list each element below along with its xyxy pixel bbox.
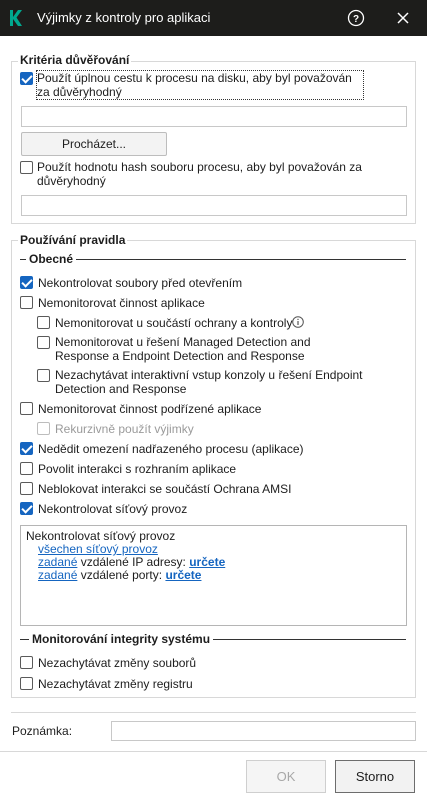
no-registry-changes-checkbox[interactable] xyxy=(20,677,33,690)
network-box-heading: Nekontrolovat síťový provoz xyxy=(26,529,176,543)
ok-button[interactable]: OK xyxy=(246,760,326,793)
port-line: zadané vzdálené porty: určete xyxy=(38,568,201,582)
allow-interface-checkbox[interactable] xyxy=(20,462,33,475)
browse-button[interactable]: Procházet... xyxy=(21,132,167,156)
ip-specified-link[interactable]: zadané xyxy=(38,555,77,569)
process-path-input[interactable] xyxy=(21,106,407,127)
general-section-title: Obecné xyxy=(26,252,77,266)
no-intercept-console-label[interactable]: Nezachytávat interaktivní vstup konzoly … xyxy=(55,368,409,396)
recursive-label: Rekurzivně použít výjimky xyxy=(55,422,194,436)
info-icon[interactable] xyxy=(292,316,304,328)
no-inherit-label[interactable]: Nedědit omezení nadřazeného procesu (apl… xyxy=(38,442,304,456)
no-monitor-protection-label[interactable]: Nemonitorovat u součástí ochrany a kontr… xyxy=(55,316,292,330)
all-traffic-link[interactable]: všechen síťový provoz xyxy=(38,542,158,556)
title-bar: Výjimky z kontroly pro aplikaci ? xyxy=(0,0,427,36)
hash-input[interactable] xyxy=(21,195,407,216)
allow-interface-label[interactable]: Povolit interakci s rozhraním aplikace xyxy=(38,462,236,476)
window-title: Výjimky z kontroly pro aplikaci xyxy=(37,10,211,25)
no-scan-network-checkbox[interactable] xyxy=(20,502,33,515)
no-monitor-activity-checkbox[interactable] xyxy=(20,296,33,309)
close-icon[interactable] xyxy=(395,10,411,26)
no-monitor-child-checkbox[interactable] xyxy=(20,402,33,415)
integrity-section-title: Monitorování integrity systému xyxy=(29,632,214,646)
use-hash-label[interactable]: Použít hodnotu hash souboru procesu, aby… xyxy=(37,160,377,188)
port-specified-link[interactable]: zadané xyxy=(38,568,77,582)
recursive-checkbox xyxy=(37,422,50,435)
no-scan-network-label[interactable]: Nekontrolovat síťový provoz xyxy=(38,502,187,516)
no-block-amsi-checkbox[interactable] xyxy=(20,482,33,495)
no-monitor-mdr-label[interactable]: Nemonitorovat u řešení Managed Detection… xyxy=(55,335,365,363)
no-monitor-protection-checkbox[interactable] xyxy=(37,316,50,329)
port-line-text: vzdálené porty: xyxy=(77,568,166,582)
no-inherit-checkbox[interactable] xyxy=(20,442,33,455)
no-monitor-mdr-checkbox[interactable] xyxy=(37,336,50,349)
no-monitor-activity-label[interactable]: Nemonitorovat činnost aplikace xyxy=(38,296,205,310)
ip-specify-link[interactable]: určete xyxy=(189,555,225,569)
footer-divider xyxy=(0,751,427,752)
svg-text:?: ? xyxy=(353,14,359,25)
note-label: Poznámka: xyxy=(12,724,73,738)
kaspersky-logo-icon xyxy=(10,10,22,26)
general-section-line xyxy=(20,259,406,260)
use-hash-checkbox[interactable] xyxy=(20,161,33,174)
ip-line-text: vzdálené IP adresy: xyxy=(77,555,190,569)
cancel-button[interactable]: Storno xyxy=(335,760,415,793)
use-full-path-checkbox[interactable] xyxy=(20,72,33,85)
port-specify-link[interactable]: určete xyxy=(165,568,201,582)
no-file-changes-label[interactable]: Nezachytávat změny souborů xyxy=(38,656,196,670)
no-registry-changes-label[interactable]: Nezachytávat změny registru xyxy=(38,677,193,691)
no-intercept-console-checkbox[interactable] xyxy=(37,369,50,382)
trust-criteria-title: Kritéria důvěřování xyxy=(18,53,132,67)
no-scan-files-checkbox[interactable] xyxy=(20,276,33,289)
ip-line: zadané vzdálené IP adresy: určete xyxy=(38,555,225,569)
use-full-path-label[interactable]: Použít úplnou cestu k procesu na disku, … xyxy=(36,70,364,100)
no-monitor-child-label[interactable]: Nemonitorovat činnost podřízené aplikace xyxy=(38,402,261,416)
no-block-amsi-label[interactable]: Neblokovat interakci se součástí Ochrana… xyxy=(38,482,291,496)
rule-usage-title: Používání pravidla xyxy=(18,233,128,247)
note-input[interactable] xyxy=(111,721,416,741)
note-divider xyxy=(11,712,416,713)
no-scan-files-label[interactable]: Nekontrolovat soubory před otevřením xyxy=(38,276,242,290)
help-icon[interactable]: ? xyxy=(347,9,365,27)
no-file-changes-checkbox[interactable] xyxy=(20,656,33,669)
